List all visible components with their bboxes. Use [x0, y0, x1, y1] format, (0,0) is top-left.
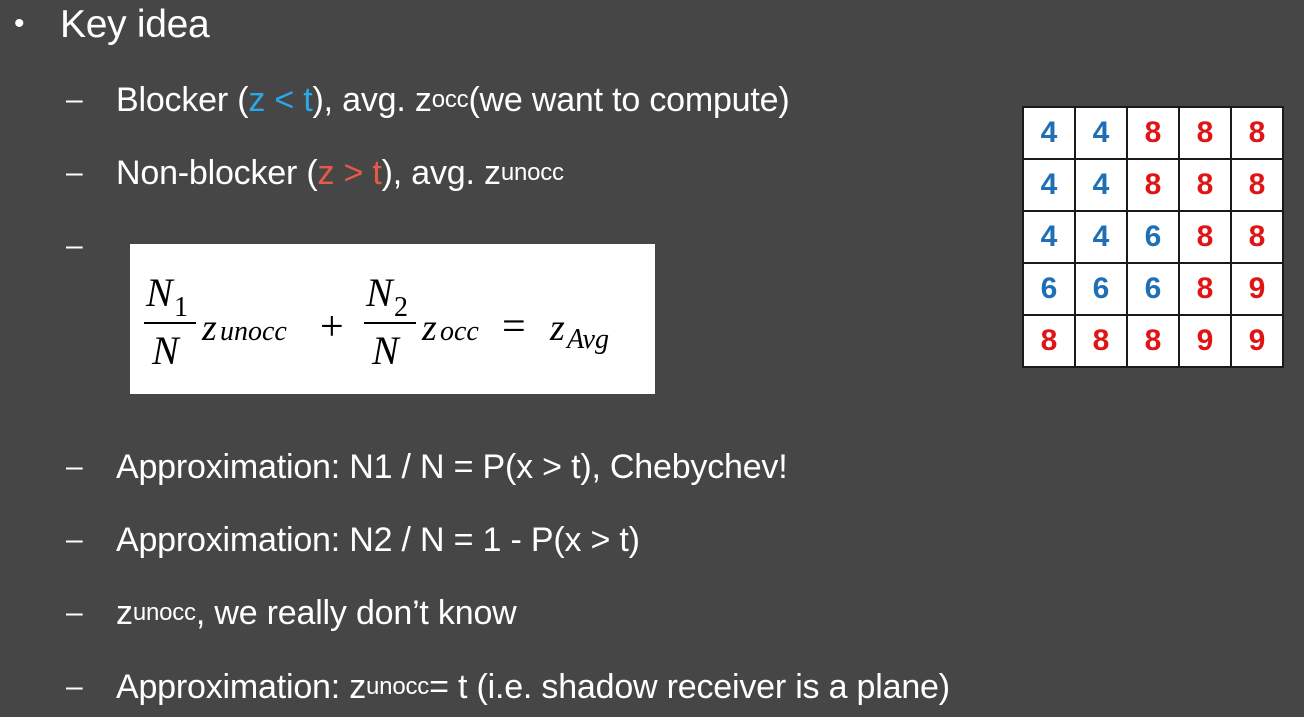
blocker-prefix: Blocker (	[116, 81, 249, 119]
grid-cell: 4	[1022, 210, 1076, 264]
grid-cell: 6	[1074, 262, 1128, 316]
grid-cell: 8	[1230, 210, 1284, 264]
grid-cell: 8	[1230, 158, 1284, 212]
blocker-condition: z < t	[248, 81, 313, 119]
grid-cell: 9	[1230, 262, 1284, 316]
unknown-z: z	[116, 594, 133, 632]
approx3-text: = t (i.e. shadow receiver is a plane)	[429, 668, 950, 706]
rhs-z: z	[549, 307, 565, 349]
grid-cell: 8	[1178, 262, 1232, 316]
grid-cell: 8	[1126, 314, 1180, 368]
item-unknown: – z unocc, we really don’t know	[66, 593, 517, 633]
grid-cell: 8	[1178, 210, 1232, 264]
plus-sign: +	[320, 304, 344, 350]
dash-icon: –	[66, 229, 83, 262]
grid-cell: 8	[1230, 106, 1284, 160]
grid-cell: 8	[1126, 158, 1180, 212]
frac2-denominator: N	[371, 328, 401, 373]
approx1-text: Approximation: N1 / N = P(x > t), Chebyc…	[116, 448, 788, 486]
dash-icon: –	[66, 670, 83, 703]
nonblocker-condition: z > t	[317, 154, 382, 192]
term1-sub: unocc	[220, 316, 287, 347]
unknown-text: , we really don’t know	[195, 594, 517, 632]
item-formula: –	[66, 226, 116, 266]
item-approx2: – Approximation: N2 / N = 1 - P(x > t)	[66, 520, 640, 560]
grid-cell: 4	[1022, 106, 1076, 160]
item-blocker: – Blocker (z < t), avg. z occ (we want to…	[66, 80, 790, 120]
term2-sub: occ	[440, 316, 479, 347]
grid-row: 88899	[1022, 314, 1284, 368]
approx3-pre: Approximation: z	[116, 668, 367, 706]
heading-row: • Key idea	[14, 0, 210, 48]
bullet-icon: •	[14, 7, 25, 40]
dash-icon: –	[66, 523, 83, 556]
approx2-text: Approximation: N2 / N = 1 - P(x > t)	[116, 521, 640, 559]
grid-row: 44688	[1022, 210, 1284, 264]
dash-icon: –	[66, 596, 83, 629]
blocker-suffix: (we want to compute)	[468, 81, 790, 119]
grid-cell: 4	[1022, 158, 1076, 212]
dash-icon: –	[66, 156, 83, 189]
grid-cell: 8	[1178, 106, 1232, 160]
grid-cell: 8	[1126, 106, 1180, 160]
grid-row: 44888	[1022, 158, 1284, 212]
formula-svg: N 1 N z unocc + N 2 N z occ = z Avg	[144, 270, 609, 373]
grid-cell: 9	[1230, 314, 1284, 368]
nonblocker-sub: unocc	[500, 159, 564, 186]
heading-text: Key idea	[60, 2, 210, 46]
formula-image: N 1 N z unocc + N 2 N z occ = z Avg	[130, 244, 655, 394]
grid-row: 66689	[1022, 262, 1284, 316]
grid-cell: 6	[1022, 262, 1076, 316]
frac2-numerator-sub: 2	[394, 292, 408, 323]
nonblocker-prefix: Non-blocker (	[116, 154, 318, 192]
term2-z: z	[421, 307, 437, 349]
grid-cell: 9	[1178, 314, 1232, 368]
depth-grid-body: 4488844888446886668988899	[1022, 106, 1284, 368]
depth-grid: 4488844888446886668988899	[1022, 106, 1284, 368]
dash-icon: –	[66, 83, 83, 116]
grid-cell: 8	[1022, 314, 1076, 368]
grid-cell: 8	[1178, 158, 1232, 212]
grid-cell: 8	[1074, 314, 1128, 368]
frac1-numerator-sub: 1	[174, 292, 188, 323]
frac1-denominator: N	[151, 328, 181, 373]
grid-cell: 4	[1074, 210, 1128, 264]
blocker-mid: ), avg. z	[312, 81, 432, 119]
grid-cell: 4	[1074, 106, 1128, 160]
nonblocker-mid: ), avg. z	[381, 154, 501, 192]
grid-cell: 4	[1074, 158, 1128, 212]
grid-cell: 6	[1126, 262, 1180, 316]
rhs-sub: Avg	[565, 324, 609, 355]
approx3-sub: unocc	[366, 673, 430, 700]
item-approx3: – Approximation: z unocc = t (i.e. shadow…	[66, 667, 950, 707]
frac2-numerator: N	[365, 270, 395, 315]
frac1-numerator: N	[145, 270, 175, 315]
blocker-sub: occ	[431, 86, 469, 113]
unknown-sub: unocc	[132, 599, 196, 626]
item-approx1: – Approximation: N1 / N = P(x > t), Cheb…	[66, 447, 788, 487]
equals-sign: =	[502, 304, 526, 350]
grid-cell: 6	[1126, 210, 1180, 264]
item-nonblocker: – Non-blocker (z > t), avg. z unocc	[66, 153, 564, 193]
term1-z: z	[201, 307, 217, 349]
grid-row: 44888	[1022, 106, 1284, 160]
dash-icon: –	[66, 450, 83, 483]
